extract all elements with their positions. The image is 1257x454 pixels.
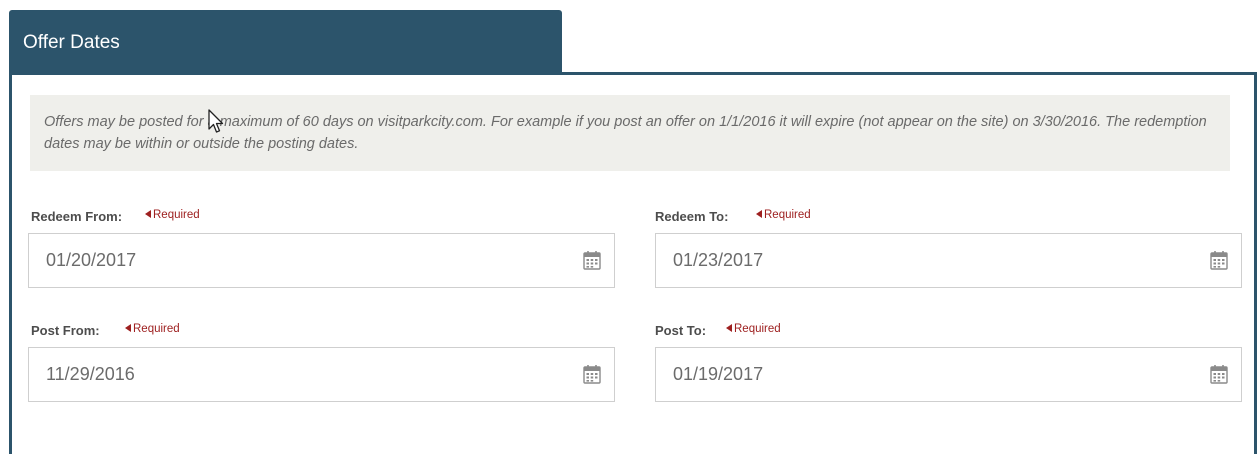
calendar-icon[interactable] — [1210, 364, 1228, 384]
post-from-label: Post From: — [31, 323, 100, 338]
post-from-required: Required — [125, 323, 180, 335]
post-from-input[interactable]: 11/29/2016 — [28, 347, 615, 402]
section-title: Offer Dates — [23, 32, 120, 53]
redeem-to-value: 01/23/2017 — [673, 250, 764, 270]
redeem-to-required: Required — [756, 209, 811, 221]
calendar-icon[interactable] — [583, 364, 601, 384]
post-to-value: 01/19/2017 — [673, 364, 764, 384]
mouse-cursor-icon — [208, 109, 224, 133]
triangle-left-icon — [726, 324, 732, 332]
triangle-left-icon — [756, 210, 762, 218]
redeem-from-input[interactable]: 01/20/2017 — [28, 233, 615, 288]
offer-dates-panel: Offers may be posted for a maximum of 60… — [9, 72, 1257, 454]
triangle-left-icon — [125, 324, 131, 332]
calendar-icon[interactable] — [583, 250, 601, 270]
post-to-required: Required — [726, 323, 781, 335]
triangle-left-icon — [145, 210, 151, 218]
calendar-icon[interactable] — [1210, 250, 1228, 270]
redeem-to-input[interactable]: 01/23/2017 — [655, 233, 1242, 288]
section-tab: Offer Dates — [9, 10, 562, 74]
redeem-to-label: Redeem To: — [655, 209, 729, 224]
redeem-from-label: Redeem From: — [31, 209, 123, 224]
post-from-value: 11/29/2016 — [46, 364, 135, 384]
post-to-label: Post To: — [655, 323, 707, 338]
post-to-input[interactable]: 01/19/2017 — [655, 347, 1242, 402]
redeem-from-value: 01/20/2017 — [46, 250, 137, 270]
redeem-from-required: Required — [145, 209, 200, 221]
